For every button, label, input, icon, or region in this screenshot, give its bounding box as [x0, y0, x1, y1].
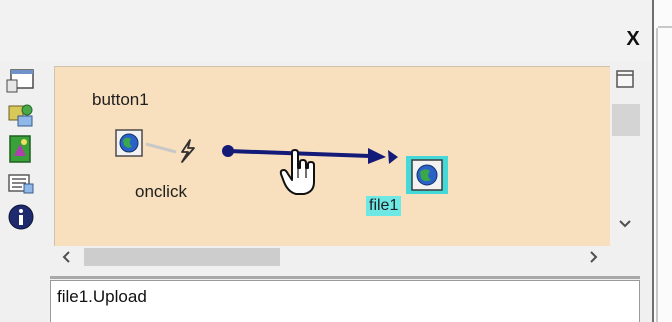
tool-sidebar: [0, 66, 44, 322]
components-icon[interactable]: [6, 100, 36, 130]
panel-header: [0, 0, 652, 62]
horizontal-scroll-thumb[interactable]: [84, 248, 280, 266]
close-button[interactable]: X: [622, 26, 644, 52]
restore-icon[interactable]: [614, 68, 636, 90]
image-icon[interactable]: [6, 134, 36, 164]
adjacent-panel-top-edge: [658, 26, 672, 28]
expression-field-divider: [50, 276, 640, 279]
globe-icon: [411, 159, 443, 191]
event-label: onclick: [135, 182, 187, 201]
globe-icon: [115, 129, 143, 157]
chevron-right-icon[interactable]: [584, 248, 602, 266]
target-component-node[interactable]: [406, 156, 448, 194]
adjacent-panel-edge: [656, 28, 658, 322]
list-icon[interactable]: [6, 168, 36, 198]
event-bolt-icon[interactable]: [174, 138, 200, 164]
expression-field[interactable]: file1.Upload: [50, 280, 640, 322]
hand-pointer-icon: [278, 148, 320, 198]
chevron-left-icon[interactable]: [58, 248, 76, 266]
vertical-scroll-thumb[interactable]: [612, 104, 640, 136]
target-component-label: file1: [366, 196, 402, 216]
info-icon[interactable]: [6, 202, 36, 232]
chevron-down-icon[interactable]: [616, 214, 634, 232]
window-icon[interactable]: [6, 66, 36, 96]
source-component-node[interactable]: [114, 128, 144, 158]
source-component-label: button1: [92, 90, 149, 109]
